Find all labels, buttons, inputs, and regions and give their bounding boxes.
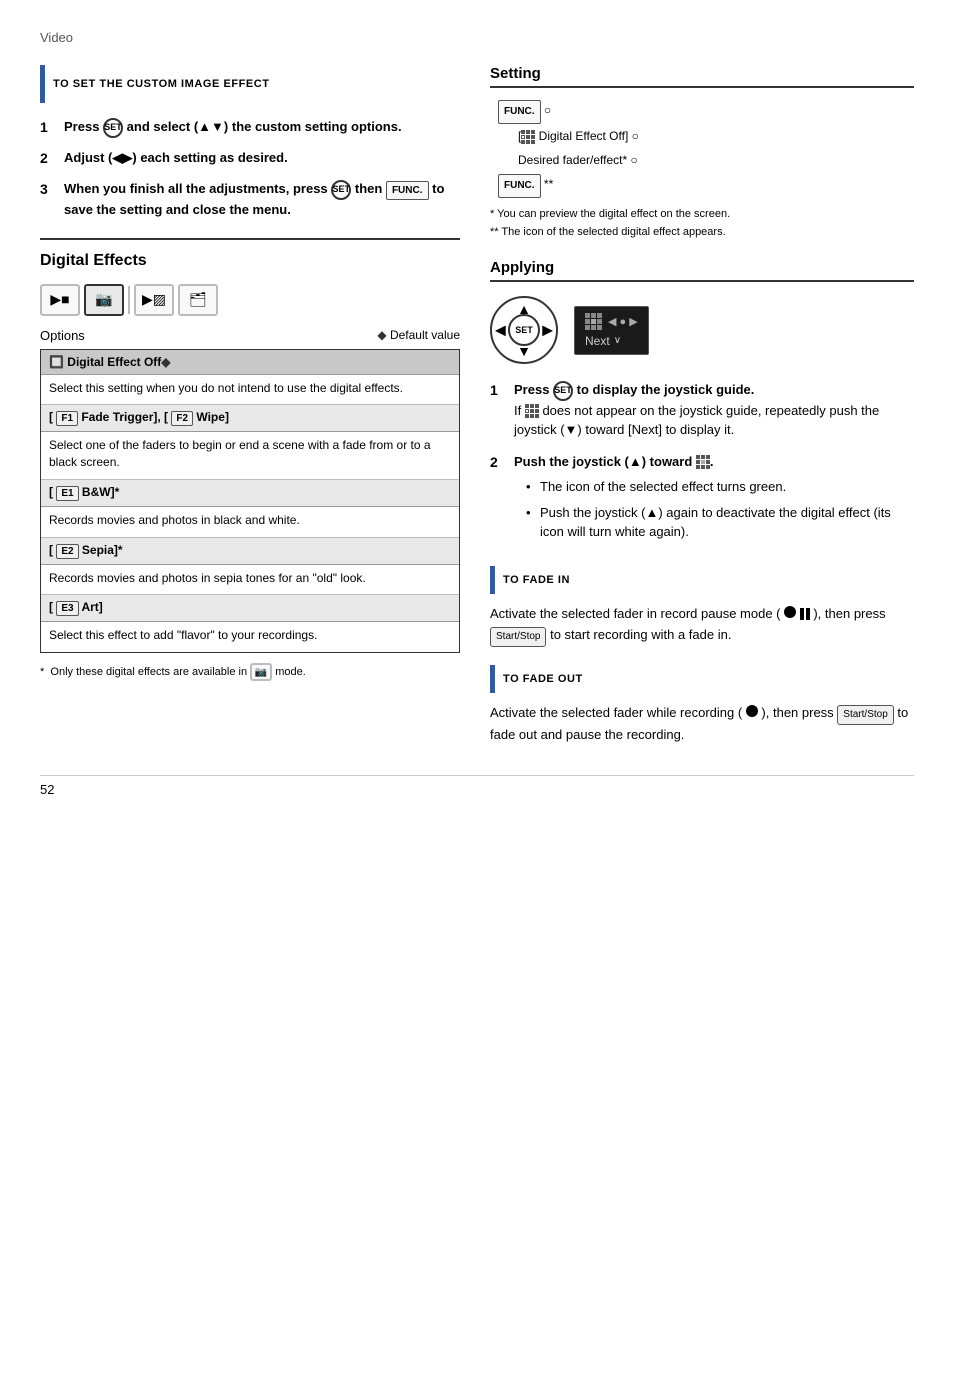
mode-separator bbox=[128, 286, 130, 314]
set-button-icon: SET bbox=[103, 118, 123, 138]
page-number: 52 bbox=[40, 782, 54, 797]
fade-out-title: To Fade Out bbox=[503, 673, 583, 685]
left-column: To set the custom image effect 1 Press S… bbox=[40, 65, 460, 745]
mode-icon-video[interactable]: ▶■ bbox=[40, 284, 80, 316]
bullet-2: Push the joystick (▲) again to deactivat… bbox=[526, 503, 914, 542]
guide-arrow-icons: ◀ ● ▶ bbox=[608, 315, 638, 328]
options-label: Options bbox=[40, 328, 85, 343]
step-1: 1 Press SET and select (▲▼) the custom s… bbox=[40, 117, 460, 138]
next-display-box: ◀ ● ▶ Next ∨ bbox=[574, 306, 649, 355]
option-digital-effect-off-desc: Select this setting when you do not inte… bbox=[41, 375, 459, 406]
option-art-desc: Select this effect to add "flavor" to yo… bbox=[41, 622, 459, 652]
guide-icon-ref bbox=[525, 404, 539, 418]
effect-icon bbox=[521, 130, 535, 144]
fade-in-title-bar: To Fade In bbox=[490, 566, 914, 594]
record-dot-icon bbox=[784, 606, 796, 618]
fade-in-title: To Fade In bbox=[503, 574, 570, 586]
options-header: Options ◆ Default value bbox=[40, 328, 460, 343]
digital-effects-footnote: * Only these digital effects are availab… bbox=[40, 663, 460, 681]
setting-flow-func2: FUNC. ** bbox=[498, 172, 914, 198]
next-label-text: Next bbox=[585, 334, 610, 348]
arrow-down-icon: ▼ bbox=[517, 343, 531, 359]
default-value-label: ◆ Default value bbox=[377, 328, 460, 342]
options-table: 🔲 Digital Effect Off◆ Select this settin… bbox=[40, 349, 460, 654]
applying-step-2: 2 Push the joystick (▲) toward . bbox=[490, 452, 914, 548]
applying-step-2-bullets: The icon of the selected effect turns gr… bbox=[526, 477, 914, 542]
arrow-left-icon: ◀ bbox=[495, 322, 506, 339]
option-fade-header[interactable]: [ F1 Fade Trigger], [ F2 Wipe] bbox=[41, 405, 459, 432]
func-button: FUNC. bbox=[386, 181, 429, 200]
start-stop-button-2: Start/Stop bbox=[837, 705, 893, 725]
mode-icons-row: ▶■ 📷 ▶▨ 🗂 bbox=[40, 284, 460, 316]
digital-effects-title: Digital Effects bbox=[40, 252, 460, 270]
set-inner-button: SET bbox=[508, 314, 540, 346]
applying-title: Applying bbox=[490, 259, 914, 282]
mode-icon-camera[interactable]: 📷 bbox=[84, 284, 124, 316]
guide-grid-icon bbox=[585, 313, 602, 330]
option-bw-desc: Records movies and photos in black and w… bbox=[41, 507, 459, 538]
joystick-diagram: ▲ ▼ ◀ ▶ SET bbox=[490, 296, 558, 364]
page-header: Video bbox=[40, 30, 914, 45]
start-stop-button: Start/Stop bbox=[490, 627, 546, 647]
divider-1 bbox=[40, 238, 460, 240]
fade-in-body: Activate the selected fader in record pa… bbox=[490, 604, 914, 647]
custom-section-title: To set the custom image effect bbox=[53, 78, 270, 90]
footnote-star1: * You can preview the digital effect on … bbox=[490, 206, 914, 224]
set-btn-icon-apply: SET bbox=[553, 381, 573, 401]
chevron-down-icon: ∨ bbox=[614, 335, 621, 346]
record-dot-icon-2 bbox=[746, 705, 758, 717]
setting-footnotes: * You can preview the digital effect on … bbox=[490, 206, 914, 241]
custom-steps-list: 1 Press SET and select (▲▼) the custom s… bbox=[40, 117, 460, 220]
set-button-icon-2: SET bbox=[331, 180, 351, 200]
applying-steps-list: 1 Press SET to display the joystick guid… bbox=[490, 380, 914, 548]
fade-out-body: Activate the selected fader while record… bbox=[490, 703, 914, 746]
fade-out-accent-bar bbox=[490, 665, 495, 693]
setting-flow-desired: Desired fader/effect* ○ bbox=[518, 148, 914, 172]
setting-flow: FUNC. ○ [ Digital Effect Off] ○ Desired … bbox=[490, 98, 914, 198]
custom-section-header: To set the custom image effect bbox=[40, 65, 460, 103]
effect-icon-ref bbox=[696, 455, 710, 469]
setting-flow-func: FUNC. ○ bbox=[498, 98, 914, 124]
applying-step-1: 1 Press SET to display the joystick guid… bbox=[490, 380, 914, 440]
right-column: Setting FUNC. ○ [ Digital Effect Off] ○ … bbox=[490, 65, 914, 745]
applying-diagram: ▲ ▼ ◀ ▶ SET bbox=[490, 296, 914, 364]
option-digital-effect-off-header[interactable]: 🔲 Digital Effect Off◆ bbox=[41, 350, 459, 375]
next-label-row: Next ∨ bbox=[585, 334, 638, 348]
option-art-header[interactable]: [ E3 Art] bbox=[41, 595, 459, 622]
option-fade-desc: Select one of the faders to begin or end… bbox=[41, 432, 459, 480]
mode-icon-playback[interactable]: ▶▨ bbox=[134, 284, 174, 316]
fade-in-section: To Fade In Activate the selected fader i… bbox=[490, 566, 914, 647]
mode-icon-setup[interactable]: 🗂 bbox=[178, 284, 218, 316]
setting-flow-effect: [ Digital Effect Off] ○ bbox=[518, 124, 914, 148]
fade-out-section: To Fade Out Activate the selected fader … bbox=[490, 665, 914, 746]
arrow-right-icon: ▶ bbox=[542, 322, 553, 339]
blue-accent-bar bbox=[40, 65, 45, 103]
option-bw-header[interactable]: [ E1 B&W]* bbox=[41, 480, 459, 507]
arrow-up-icon: ▲ bbox=[517, 301, 531, 317]
fade-out-title-bar: To Fade Out bbox=[490, 665, 914, 693]
step-3: 3 When you finish all the adjustments, p… bbox=[40, 179, 460, 220]
option-sepia-header[interactable]: [ E2 Sepia]* bbox=[41, 538, 459, 565]
camera-mode-icon: 📷 bbox=[250, 663, 272, 681]
footnote-star2: ** The icon of the selected digital effe… bbox=[490, 224, 914, 242]
pause-bars-icon bbox=[800, 608, 810, 620]
option-icon-off: 🔲 bbox=[49, 355, 64, 369]
step-2: 2 Adjust (◀▶) each setting as desired. bbox=[40, 148, 460, 169]
fade-in-accent-bar bbox=[490, 566, 495, 594]
option-sepia-desc: Records movies and photos in sepia tones… bbox=[41, 565, 459, 596]
bullet-1: The icon of the selected effect turns gr… bbox=[526, 477, 914, 497]
setting-title: Setting bbox=[490, 65, 914, 88]
